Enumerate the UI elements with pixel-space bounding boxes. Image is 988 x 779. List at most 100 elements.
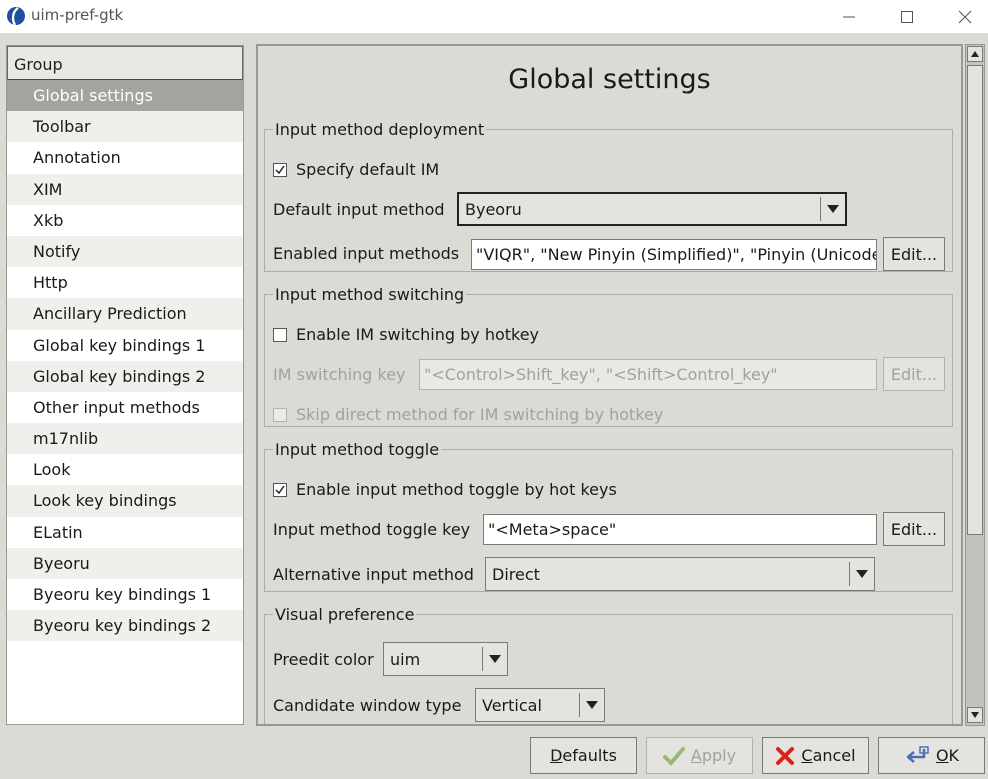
settings-panel: Global settings Input method deployment … bbox=[256, 44, 963, 726]
specify-default-im-checkbox[interactable] bbox=[273, 162, 287, 177]
apply-mnemonic: A bbox=[690, 746, 702, 765]
preedit-color-value: uim bbox=[390, 649, 421, 669]
maximize-icon bbox=[901, 10, 913, 23]
chevron-down-icon bbox=[850, 570, 874, 578]
candidate-window-label: Candidate window type bbox=[273, 696, 462, 715]
enabled-ims-row: Enabled input methods bbox=[273, 244, 459, 263]
scrollbar-thumb[interactable] bbox=[967, 65, 983, 535]
arrow-up-icon bbox=[971, 51, 979, 57]
group-item-xkb[interactable]: Xkb bbox=[7, 204, 243, 236]
close-icon bbox=[958, 10, 972, 23]
enabled-ims-edit-button[interactable]: Edit... bbox=[883, 237, 945, 271]
arrow-down-icon bbox=[971, 712, 979, 718]
im-switching-key-label: IM switching key bbox=[273, 365, 406, 384]
group-item-notify[interactable]: Notify bbox=[7, 235, 243, 268]
alt-im-label: Alternative input method bbox=[273, 565, 474, 584]
alt-im-row: Alternative input method bbox=[273, 565, 474, 584]
window-title: uim-pref-gtk bbox=[31, 6, 124, 24]
visual-legend: Visual preference bbox=[275, 605, 415, 624]
candidate-window-row: Candidate window type bbox=[273, 696, 461, 715]
toggle-key-row: Input method toggle key bbox=[273, 520, 470, 539]
ok-button[interactable]: OK bbox=[878, 737, 985, 774]
enable-toggle-checkbox[interactable] bbox=[273, 482, 287, 497]
chevron-down-icon bbox=[580, 701, 604, 709]
enable-toggle-row[interactable]: Enable input method toggle by hot keys bbox=[273, 480, 617, 499]
specify-default-im-label: Specify default IM bbox=[296, 160, 440, 179]
checkmark-icon bbox=[275, 165, 285, 174]
defaults-button[interactable]: Defaults bbox=[530, 737, 637, 774]
group-item-byeoru[interactable]: Byeoru bbox=[7, 547, 243, 579]
default-im-label: Default input method bbox=[273, 200, 445, 219]
maximize-button[interactable] bbox=[878, 0, 936, 33]
toggle-legend: Input method toggle bbox=[275, 440, 440, 459]
default-im-combo[interactable]: Byeoru bbox=[457, 192, 847, 226]
uim-logo-icon bbox=[7, 7, 25, 26]
checkmark-icon bbox=[275, 485, 285, 494]
group-item-look-key-bindings[interactable]: Look key bindings bbox=[7, 485, 243, 517]
group-list: Group Global settings Toolbar Annotation… bbox=[6, 45, 244, 725]
settings-scrollbar[interactable] bbox=[965, 44, 985, 726]
default-im-row: Default input method bbox=[273, 200, 445, 219]
skip-direct-method-label: Skip direct method for IM switching by h… bbox=[296, 405, 664, 424]
group-item-global-key-bindings-1[interactable]: Global key bindings 1 bbox=[7, 329, 243, 361]
cancel-mnemonic: C bbox=[801, 746, 813, 765]
scroll-up-button[interactable] bbox=[967, 46, 983, 62]
toggle-frame: Input method toggle Enable input method … bbox=[264, 440, 953, 592]
group-item-look[interactable]: Look bbox=[7, 454, 243, 486]
close-button[interactable] bbox=[936, 0, 988, 33]
group-item-global-settings[interactable]: Global settings bbox=[7, 80, 243, 112]
apply-button[interactable]: Apply bbox=[646, 737, 753, 774]
minimize-icon bbox=[843, 16, 855, 17]
candidate-window-value: Vertical bbox=[482, 695, 542, 715]
deployment-frame: Input method deployment Specify default … bbox=[264, 120, 953, 272]
enabled-ims-label: Enabled input methods bbox=[273, 244, 460, 263]
toggle-key-label: Input method toggle key bbox=[273, 520, 471, 539]
visual-frame: Visual preference Preedit color uim Cand… bbox=[264, 605, 953, 724]
scroll-down-button[interactable] bbox=[967, 707, 983, 723]
group-item-byeoru-key-bindings-2[interactable]: Byeoru key bindings 2 bbox=[7, 610, 243, 642]
group-item-byeoru-key-bindings-1[interactable]: Byeoru key bindings 1 bbox=[7, 579, 243, 611]
group-item-global-key-bindings-2[interactable]: Global key bindings 2 bbox=[7, 360, 243, 392]
chevron-down-icon bbox=[483, 655, 507, 663]
group-item-ancillary-prediction[interactable]: Ancillary Prediction bbox=[7, 298, 243, 330]
skip-direct-method-checkbox[interactable] bbox=[273, 407, 287, 422]
apply-label: pply bbox=[701, 746, 737, 765]
defaults-mnemonic: D bbox=[550, 746, 563, 765]
checkmark-icon bbox=[662, 746, 685, 766]
toggle-key-edit-button[interactable]: Edit... bbox=[883, 512, 945, 546]
cancel-label: ancel bbox=[812, 746, 856, 765]
group-item-other-input-methods[interactable]: Other input methods bbox=[7, 391, 243, 424]
chevron-down-icon bbox=[821, 205, 845, 213]
defaults-label: efaults bbox=[562, 746, 617, 765]
im-switching-key-entry[interactable]: "<Control>Shift_key", "<Shift>Control_ke… bbox=[419, 359, 877, 390]
page-title: Global settings bbox=[508, 64, 711, 95]
group-item-toolbar[interactable]: Toolbar bbox=[7, 111, 243, 143]
switching-frame: Input method switching Enable IM switchi… bbox=[264, 285, 953, 427]
enable-toggle-label: Enable input method toggle by hot keys bbox=[296, 480, 617, 499]
group-item-annotation[interactable]: Annotation bbox=[7, 142, 243, 174]
group-item-xim[interactable]: XIM bbox=[7, 173, 243, 205]
ok-mnemonic: O bbox=[935, 746, 949, 765]
enable-im-switching-checkbox[interactable] bbox=[273, 327, 287, 342]
group-item-elatin[interactable]: ELatin bbox=[7, 516, 243, 548]
alt-im-combo[interactable]: Direct bbox=[485, 557, 875, 591]
candidate-window-combo[interactable]: Vertical bbox=[475, 688, 605, 722]
enable-im-switching-row[interactable]: Enable IM switching by hotkey bbox=[273, 325, 539, 344]
toggle-key-entry[interactable]: "<Meta>space" bbox=[483, 514, 877, 545]
enabled-ims-entry[interactable]: "VIQR", "New Pinyin (Simplified)", "Piny… bbox=[471, 239, 877, 270]
group-item-http[interactable]: Http bbox=[7, 267, 243, 299]
switching-legend: Input method switching bbox=[275, 285, 465, 304]
group-item-m17nlib[interactable]: m17nlib bbox=[7, 423, 243, 455]
group-column-header[interactable]: Group bbox=[7, 46, 243, 80]
preedit-color-combo[interactable]: uim bbox=[383, 642, 508, 676]
ok-arrow-icon bbox=[906, 745, 929, 763]
im-switching-key-row: IM switching key bbox=[273, 365, 406, 384]
im-switching-edit-button[interactable]: Edit... bbox=[883, 357, 945, 391]
cancel-button[interactable]: Cancel bbox=[762, 737, 869, 774]
skip-direct-method-row[interactable]: Skip direct method for IM switching by h… bbox=[273, 405, 663, 424]
minimize-button[interactable] bbox=[820, 0, 878, 33]
preedit-color-label: Preedit color bbox=[273, 650, 374, 669]
default-im-value: Byeoru bbox=[465, 199, 522, 219]
ok-label: K bbox=[948, 746, 960, 765]
specify-default-im-row[interactable]: Specify default IM bbox=[273, 160, 439, 179]
